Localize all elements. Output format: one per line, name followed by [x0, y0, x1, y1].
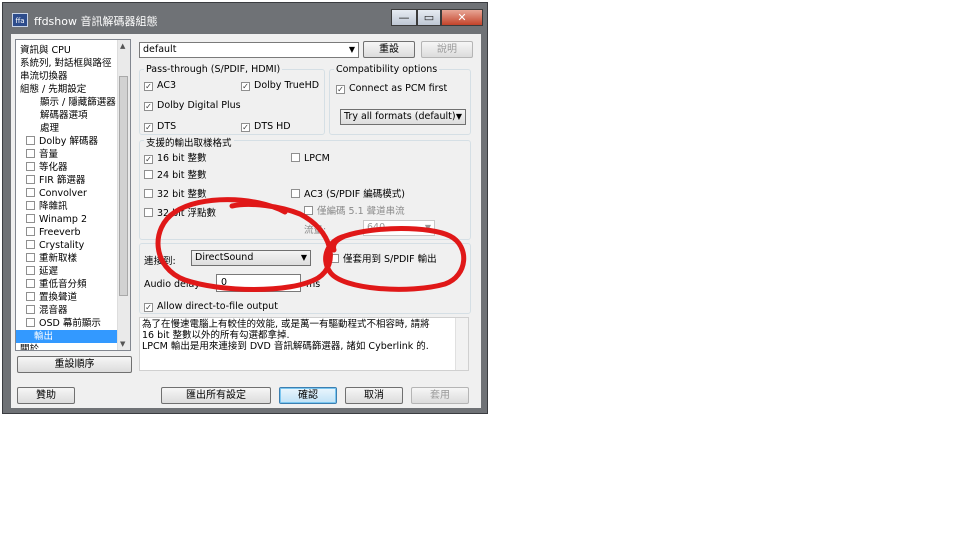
red-annotation-overlay [155, 197, 467, 292]
red-circle-connect-to [155, 197, 333, 292]
red-circle-spdif-only [323, 226, 467, 292]
